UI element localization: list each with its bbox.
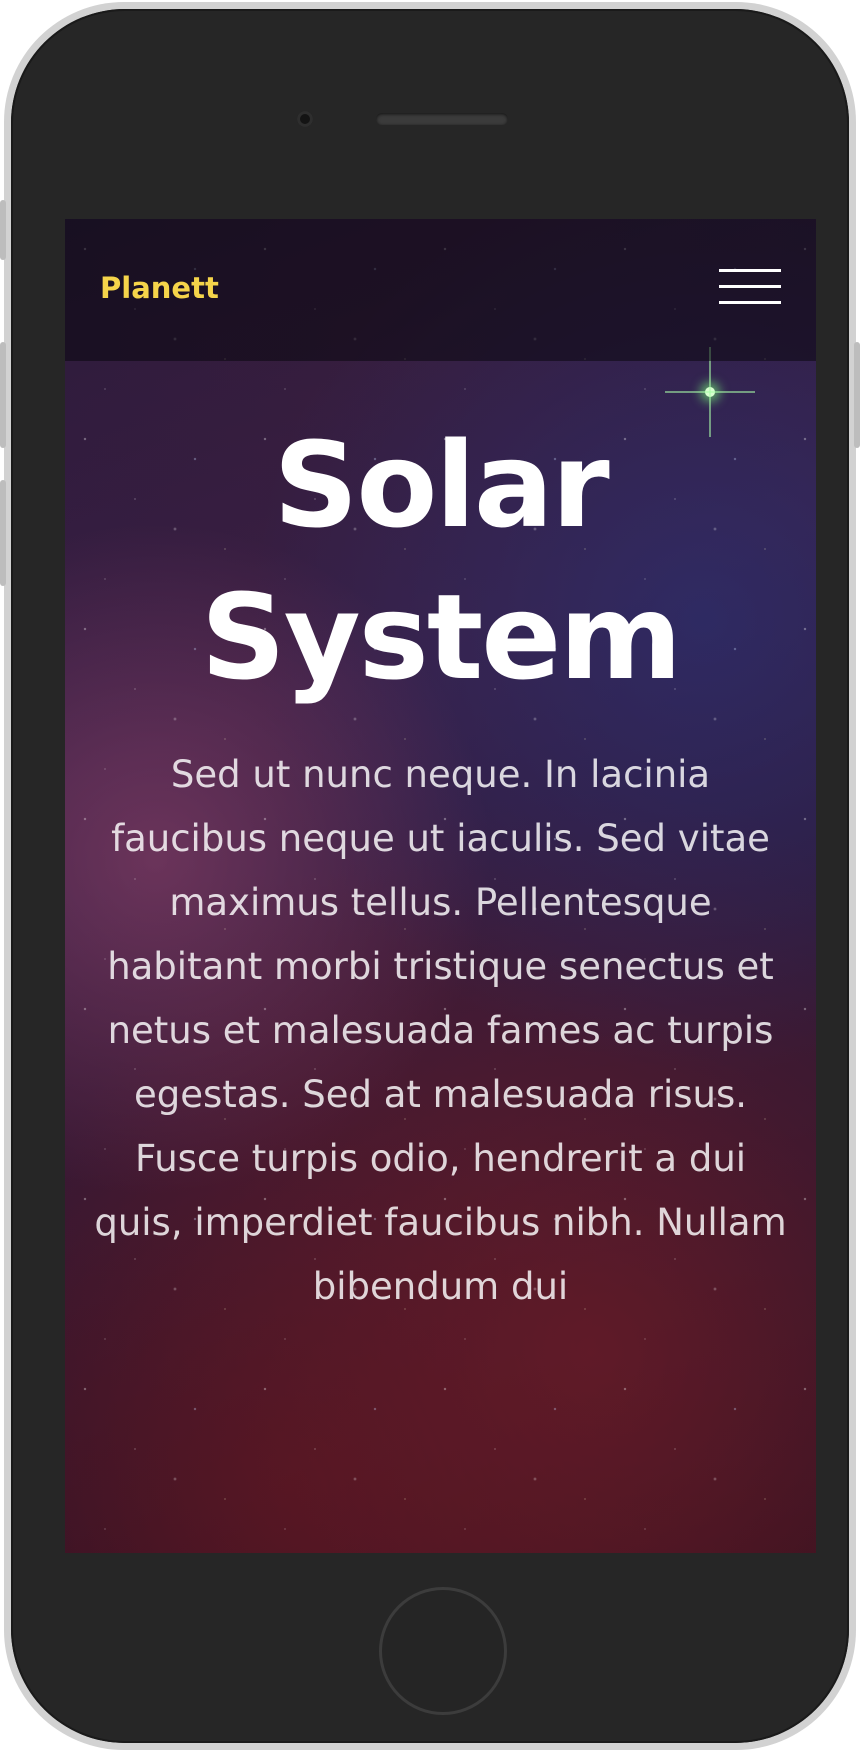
volume-down-button <box>0 480 6 586</box>
phone-frame: Planett Solar System Sed ut nunc neque. … <box>0 2 860 1750</box>
brand-logo[interactable]: Planett <box>100 271 219 305</box>
volume-up-button <box>0 342 6 448</box>
front-camera-icon <box>297 111 313 127</box>
power-button <box>854 342 860 448</box>
hero-title: Solar System <box>200 416 683 706</box>
home-button[interactable] <box>379 1587 507 1715</box>
phone-body: Planett Solar System Sed ut nunc neque. … <box>11 9 849 1743</box>
mute-switch <box>0 200 6 260</box>
hero-description: Sed ut nunc neque. In lacinia faucibus n… <box>94 753 787 1308</box>
phone-screen: Planett Solar System Sed ut nunc neque. … <box>65 219 816 1553</box>
hero-section: Solar System Sed ut nunc neque. In lacin… <box>65 361 816 1319</box>
hamburger-menu-icon[interactable] <box>719 269 781 309</box>
earpiece-speaker <box>376 113 508 125</box>
site-header: Planett <box>65 219 816 361</box>
